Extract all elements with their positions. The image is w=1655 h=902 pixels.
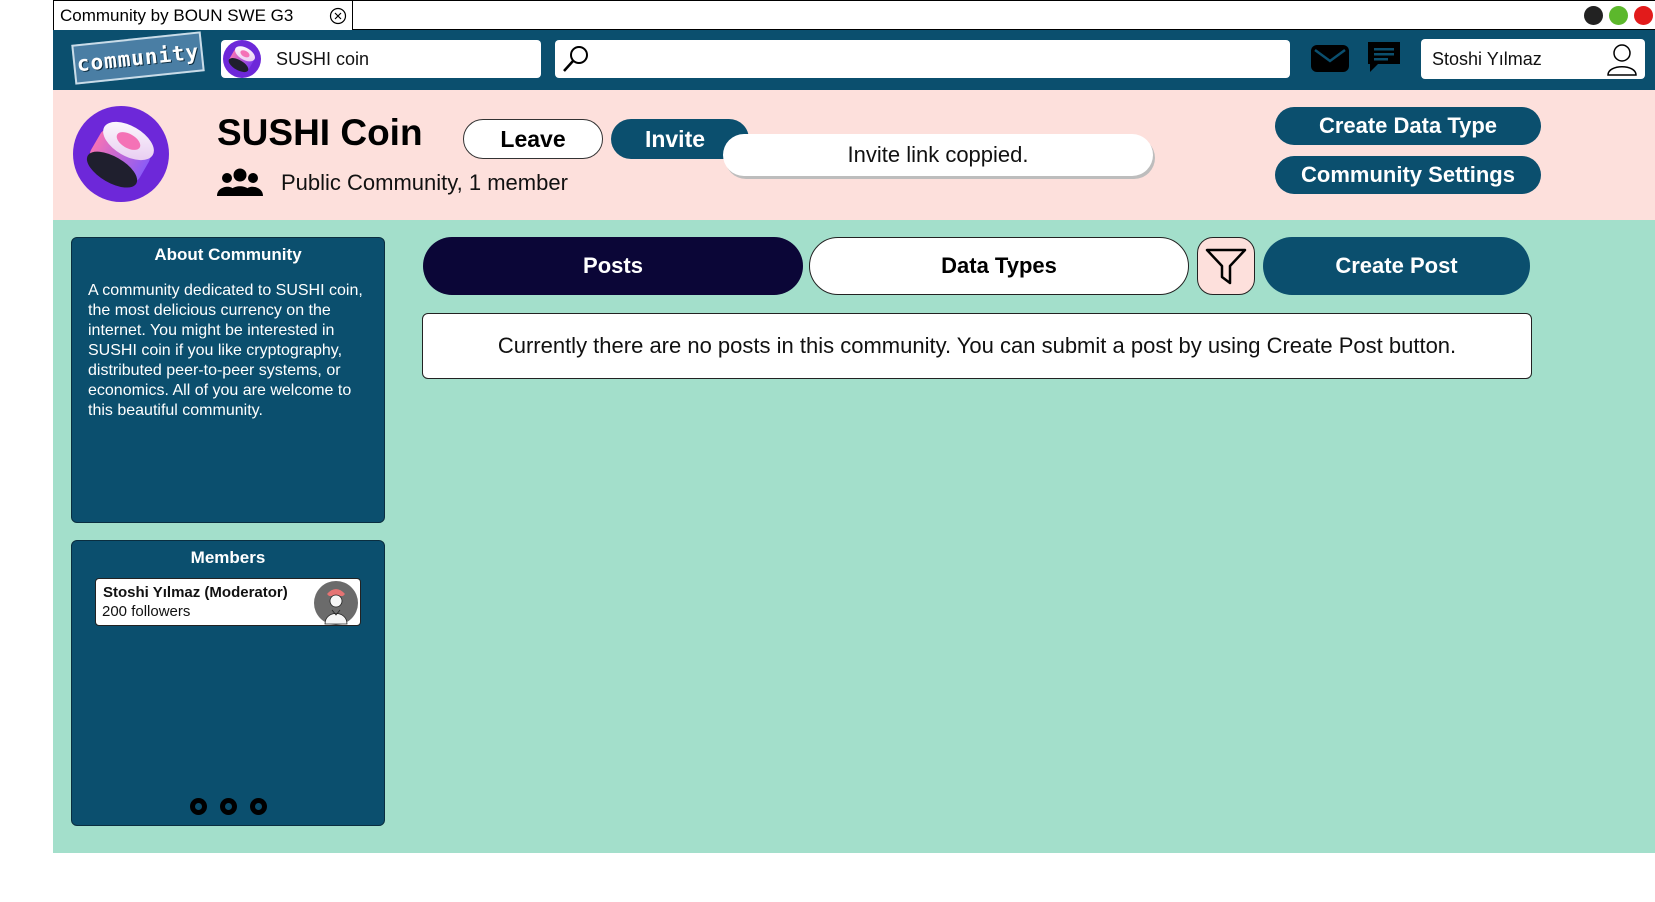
- avatar: [314, 581, 358, 625]
- bottom-strip: [53, 853, 1655, 902]
- sushi-coin-icon: [223, 40, 261, 78]
- page-title: SUSHI Coin: [217, 112, 423, 153]
- community-logo[interactable]: community: [71, 31, 205, 85]
- create-post-button[interactable]: Create Post: [1263, 237, 1530, 295]
- circle-x-icon[interactable]: [328, 6, 348, 26]
- close-dot[interactable]: [1634, 6, 1653, 25]
- app-frame: community SUSHI coin Stoshi Yılmaz SUSHI…: [53, 30, 1655, 902]
- current-community-name: SUSHI coin: [276, 48, 370, 69]
- invite-toast: Invite link coppied.: [723, 134, 1153, 176]
- window-controls: [1584, 6, 1653, 25]
- about-panel: About Community A community dedicated to…: [71, 237, 385, 523]
- title-bar-border: [353, 0, 1655, 1]
- tab-posts[interactable]: Posts: [423, 237, 803, 295]
- tab-data-types[interactable]: Data Types: [809, 237, 1189, 295]
- search-icon: [563, 46, 588, 72]
- more-dots-icon[interactable]: [72, 798, 384, 815]
- member-followers: 200 followers: [102, 603, 191, 620]
- about-text: A community dedicated to SUSHI coin, the…: [88, 282, 363, 419]
- about-title: About Community: [154, 245, 302, 264]
- empty-posts-message: Currently there are no posts in this com…: [422, 313, 1532, 379]
- chat-icon[interactable]: [1366, 40, 1402, 74]
- search-input[interactable]: [555, 40, 1290, 78]
- user-menu[interactable]: Stoshi Yılmaz: [1421, 39, 1645, 79]
- pager-dot[interactable]: [249, 798, 267, 815]
- minimize-dot[interactable]: [1584, 6, 1603, 25]
- community-meta: Public Community, 1 member: [281, 170, 568, 195]
- create-data-type-button[interactable]: Create Data Type: [1275, 107, 1541, 145]
- pager-dot[interactable]: [189, 798, 207, 815]
- members-panel: Members Stoshi Yılmaz (Moderator) 200 fo…: [71, 540, 385, 826]
- maximize-dot[interactable]: [1609, 6, 1628, 25]
- window-tab[interactable]: Community by BOUN SWE G3: [53, 0, 353, 30]
- user-icon: [1607, 44, 1637, 76]
- mail-icon[interactable]: [1310, 42, 1350, 74]
- filter-icon: [1205, 248, 1247, 285]
- members-icon: [217, 168, 263, 196]
- community-header: SUSHI Coin Leave Invite Invite link copp…: [53, 90, 1655, 220]
- window-tab-title: Community by BOUN SWE G3: [60, 5, 294, 25]
- pager-dot[interactable]: [219, 798, 237, 815]
- member-name: Stoshi Yılmaz (Moderator): [103, 584, 288, 601]
- community-avatar: [73, 106, 169, 202]
- member-card[interactable]: Stoshi Yılmaz (Moderator) 200 followers: [95, 578, 361, 626]
- user-name: Stoshi Yılmaz: [1432, 48, 1542, 69]
- top-nav: community SUSHI coin Stoshi Yılmaz: [53, 30, 1655, 90]
- leave-button[interactable]: Leave: [463, 119, 603, 159]
- current-community-selector[interactable]: SUSHI coin: [221, 40, 541, 78]
- community-settings-button[interactable]: Community Settings: [1275, 156, 1541, 194]
- filter-button[interactable]: [1197, 237, 1255, 295]
- members-title: Members: [190, 548, 266, 567]
